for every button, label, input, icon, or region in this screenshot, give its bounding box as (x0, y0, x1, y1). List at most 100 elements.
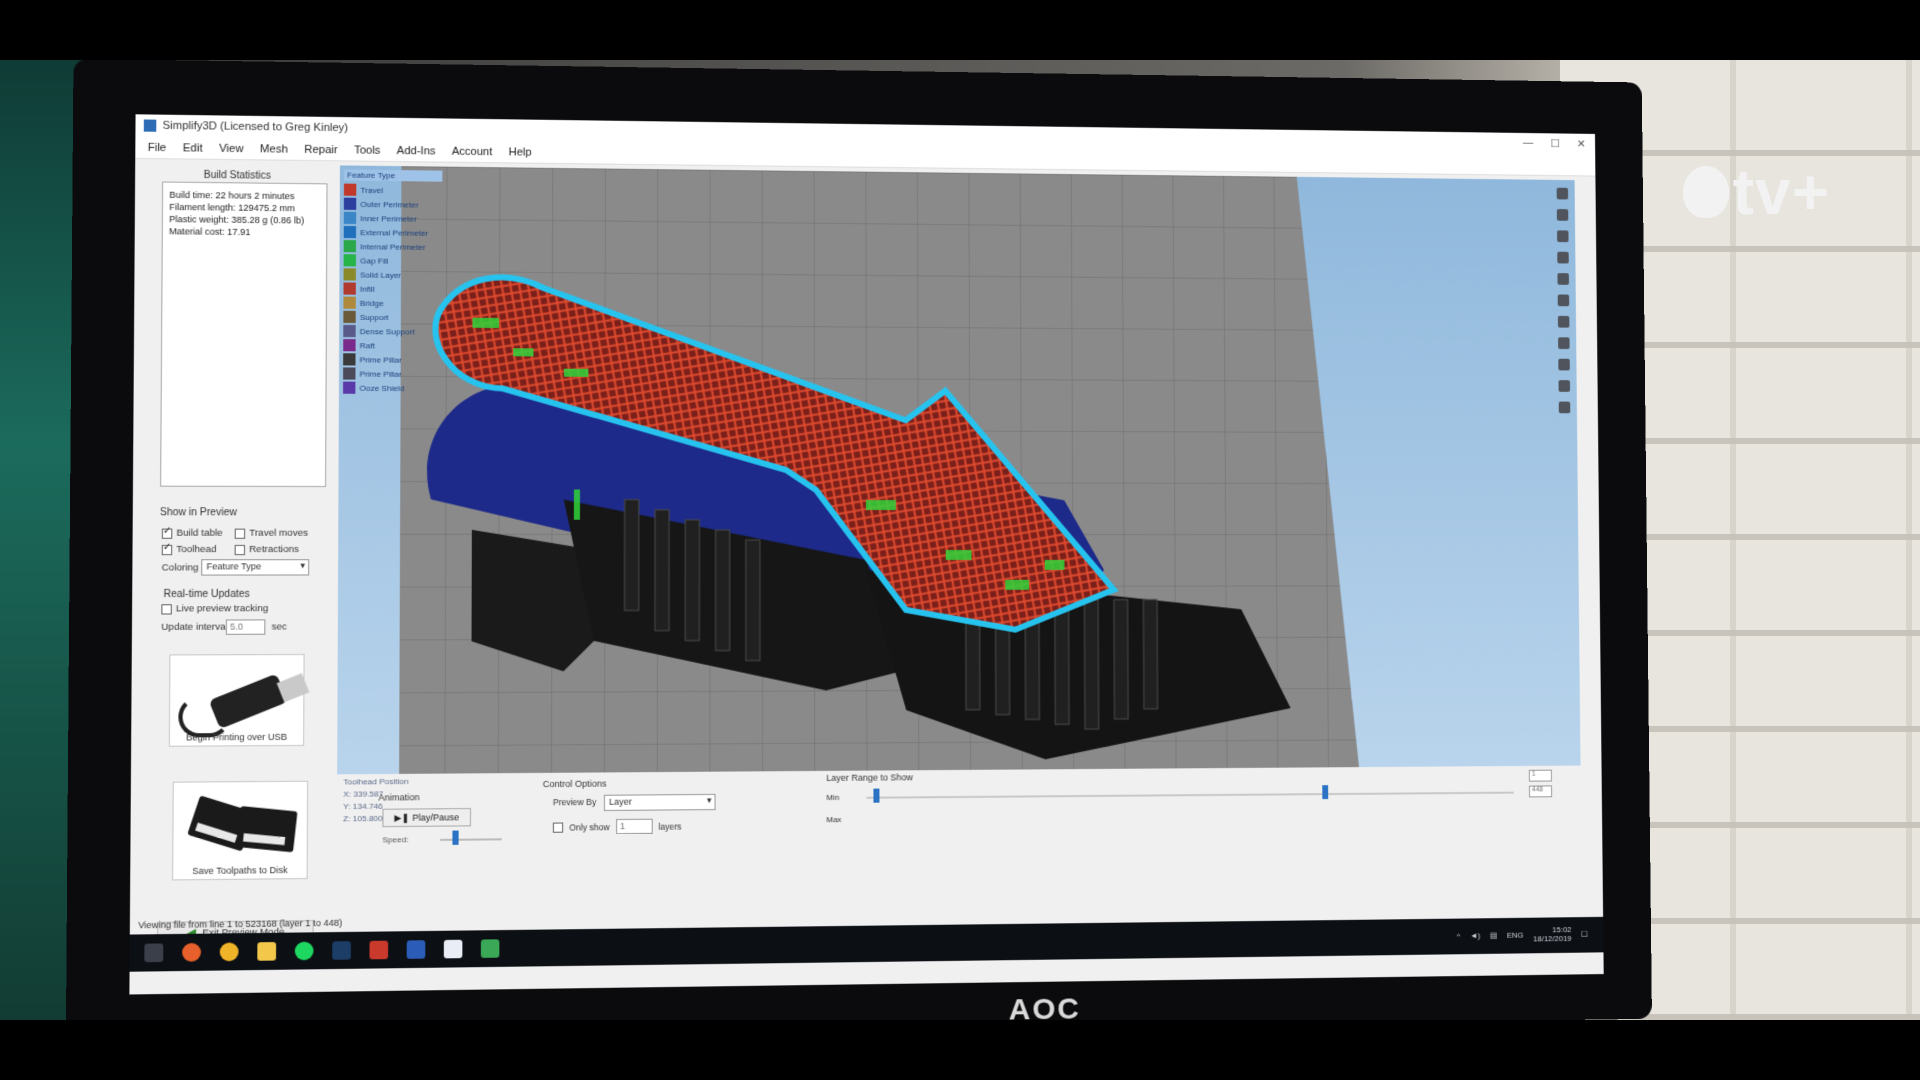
max-layer-handle[interactable] (1322, 785, 1329, 800)
toolhead-checkbox[interactable]: Toolhead (161, 543, 217, 556)
min-layer-handle[interactable] (873, 788, 880, 803)
max-layer-input[interactable]: 448 (1528, 785, 1553, 798)
app-icon-n[interactable] (369, 940, 389, 960)
live-tracking-checkbox[interactable]: Live preview tracking (161, 603, 268, 614)
travel-moves-checkbox[interactable]: Travel moves (234, 528, 308, 539)
min-layer-input[interactable]: 1 (1528, 769, 1552, 782)
menu-account[interactable]: Account (452, 145, 493, 158)
show-in-preview-title: Show in Preview (159, 507, 237, 519)
menu-mesh[interactable]: Mesh (260, 143, 288, 155)
firefox-icon[interactable] (182, 942, 202, 962)
only-show-checkbox[interactable] (552, 821, 564, 833)
min-label: Min (826, 792, 840, 803)
only-show-label: Only show (569, 821, 610, 833)
chrome-icon[interactable] (219, 942, 239, 962)
legend-swatch (343, 211, 357, 225)
legend-item: Support (343, 310, 442, 325)
speed-slider-handle[interactable] (452, 830, 459, 845)
retractions-label: Retractions (249, 543, 300, 556)
legend-swatch (343, 183, 357, 196)
legend-label: Ooze Shield (359, 383, 405, 393)
play-pause-button[interactable]: ▶❚ Play/Pause (382, 808, 472, 828)
move-icon[interactable] (1556, 209, 1569, 221)
legend-label: Raft (359, 340, 375, 350)
legend-item: Travel (343, 183, 442, 198)
layer-range-title: Layer Range to Show (826, 772, 913, 783)
checkbox-icon[interactable] (161, 544, 173, 555)
view-iso-icon[interactable] (1557, 273, 1569, 285)
retractions-checkbox[interactable]: Retractions (234, 543, 300, 556)
scale-icon[interactable] (1557, 230, 1569, 243)
volume-icon[interactable]: ◄) (1470, 931, 1480, 940)
legend-item: External Perimeter (343, 225, 442, 240)
photoshop-icon[interactable] (332, 941, 351, 960)
view-toolbar (1554, 187, 1573, 414)
simplify3d-taskbar-icon[interactable] (443, 939, 463, 959)
settings-icon[interactable] (1558, 401, 1571, 414)
legend-item: Gap Fill (343, 253, 442, 268)
menu-view[interactable]: View (219, 142, 244, 154)
play-pause-label: Play/Pause (412, 812, 460, 823)
apple-tv-plus-logo: tv+ (1682, 155, 1830, 229)
legend-label: Internal Perimeter (360, 241, 426, 252)
build-table-checkbox[interactable]: Build table (161, 528, 223, 539)
cross-section-icon[interactable] (1558, 380, 1571, 392)
minimize-icon[interactable]: — (1523, 137, 1534, 150)
view-top-icon[interactable] (1557, 315, 1570, 328)
legend-label: Support (359, 312, 389, 322)
legend-label: Travel (360, 185, 383, 195)
clock-date: 18/12/2019 (1533, 934, 1572, 944)
select-icon[interactable] (1556, 187, 1569, 200)
view-front-icon[interactable] (1557, 294, 1570, 307)
checkbox-icon[interactable] (161, 603, 172, 614)
language-indicator[interactable]: ENG (1507, 930, 1524, 939)
coloring-label: Coloring (162, 562, 199, 573)
window-controls: — ☐ ✕ (1523, 137, 1586, 150)
menu-add-ins[interactable]: Add-Ins (397, 144, 436, 157)
menu-help[interactable]: Help (509, 146, 532, 158)
3d-viewport[interactable]: Feature Type Travel Outer Perimeter Inner … (337, 165, 1581, 775)
view-side-icon[interactable] (1558, 337, 1570, 350)
toolpath-render (399, 166, 1360, 774)
live-tracking-label: Live preview tracking (175, 603, 269, 615)
realtime-title: Real-time Updates (163, 588, 250, 601)
legend-label: Prime Pillar (359, 369, 402, 379)
legend-swatch (343, 310, 356, 323)
coloring-select[interactable]: Feature Type (201, 559, 310, 576)
checkbox-icon[interactable] (234, 528, 246, 539)
window-title: Simplify3D (Licensed to Greg Kinley) (162, 119, 349, 135)
update-interval-input[interactable]: 5.0 (225, 619, 266, 635)
toolhead-label: Toolhead (176, 543, 217, 556)
layer-range-slider[interactable] (866, 791, 1514, 799)
chevron-up-icon[interactable]: ^ (1457, 931, 1461, 940)
save-toolpaths-label: Save Toolpaths to Disk (192, 864, 288, 877)
checkbox-icon[interactable] (234, 544, 246, 555)
checkbox-icon[interactable] (161, 528, 173, 539)
menu-repair[interactable]: Repair (304, 143, 337, 156)
only-show-input[interactable]: 1 (615, 818, 653, 835)
print-usb-button[interactable]: Begin Printing over USB (168, 653, 310, 747)
clock[interactable]: 15:02 18/12/2019 (1533, 925, 1572, 943)
legend-label: Inner Perimeter (360, 213, 417, 224)
save-toolpaths-button[interactable]: Save Toolpaths to Disk (172, 780, 309, 881)
network-icon[interactable]: ▤ (1490, 930, 1497, 939)
vscode-icon[interactable] (406, 940, 426, 959)
usb-icon (208, 673, 288, 730)
spotify-icon[interactable] (294, 941, 314, 961)
file-explorer-icon[interactable] (257, 942, 277, 961)
speed-slider[interactable] (440, 838, 502, 841)
close-icon[interactable]: ✕ (1577, 138, 1586, 151)
notifications-icon[interactable]: ☐ (1581, 929, 1588, 938)
legend-label: Bridge (359, 298, 384, 308)
maximize-icon[interactable]: ☐ (1550, 137, 1560, 150)
legend-swatch (343, 324, 356, 338)
coloring-text: Coloring (161, 562, 199, 574)
menu-file[interactable]: File (148, 141, 167, 153)
bars-app-icon[interactable] (480, 939, 500, 958)
calculator-icon[interactable] (144, 943, 164, 963)
menu-edit[interactable]: Edit (183, 142, 203, 154)
menu-tools[interactable]: Tools (354, 144, 380, 156)
preview-by-select[interactable]: Layer (603, 793, 716, 811)
zoom-icon[interactable] (1558, 358, 1570, 371)
rotate-icon[interactable] (1557, 251, 1569, 264)
